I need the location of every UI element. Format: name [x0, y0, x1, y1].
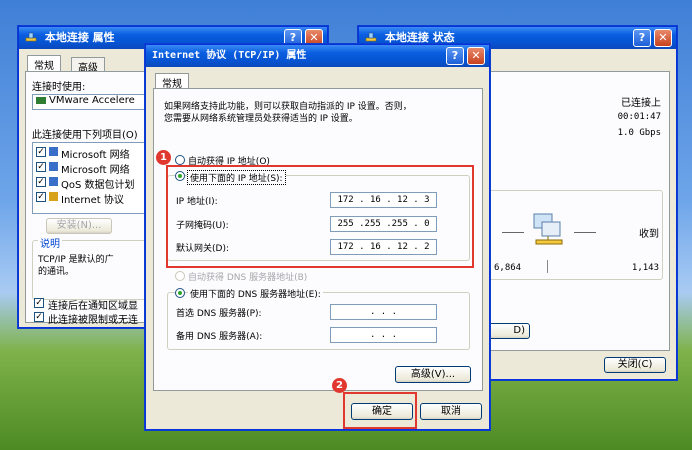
alternate-dns-field[interactable]: . . . [330, 327, 437, 343]
speed-value: 1.0 Gbps [617, 128, 661, 138]
status-help-button[interactable]: ? [633, 29, 651, 47]
tcpip-title: Internet 协议 (TCP/IP) 属性 [152, 50, 307, 61]
duration-value: 00:01:47 [617, 112, 661, 122]
alternate-dns-label: 备用 DNS 服务器(A): [176, 332, 263, 342]
network-status-icon [365, 32, 377, 42]
item-checkbox-4[interactable]: ✓ [36, 192, 46, 202]
auto-dns-label: 自动获得 DNS 服务器地址(B) [188, 273, 308, 283]
activity-line-right [574, 232, 596, 233]
auto-ip-radio[interactable] [175, 155, 185, 165]
tcpip-titlebar[interactable]: Internet 协议 (TCP/IP) 属性 [146, 45, 489, 67]
network-connection-icon [25, 32, 37, 42]
notify-checkbox-label: 连接后在通知区域显 [48, 301, 138, 312]
connection-properties-title: 本地连接 属性 [44, 31, 115, 44]
network-activity-icon [533, 213, 563, 245]
step-1-badge: 1 [156, 150, 171, 165]
item-checkbox-1[interactable]: ✓ [36, 147, 46, 157]
item-icon-3 [49, 177, 58, 186]
received-value: 1,143 [631, 263, 659, 273]
auto-dns-radio[interactable] [175, 271, 185, 281]
item-label-3: QoS 数据包计划 [61, 180, 135, 191]
install-button[interactable]: 安装(N)... [46, 218, 112, 234]
item-label-2: Microsoft 网络 [61, 165, 130, 176]
status-value: 已连接上 [621, 98, 661, 109]
ip-settings-highlight [166, 165, 474, 268]
activity-line-left [502, 232, 524, 233]
step-2-badge: 2 [332, 378, 347, 393]
status-close-button-label: 关闭(C) [617, 359, 653, 370]
activity-separator [547, 260, 548, 273]
tcpip-close-button[interactable]: ✕ [467, 47, 485, 65]
manual-dns-radio[interactable] [175, 288, 185, 298]
status-close-window-button[interactable]: ✕ [654, 29, 672, 47]
connect-using-label: 连接时使用: [32, 82, 86, 93]
cancel-button[interactable]: 取消 [420, 403, 482, 420]
received-label: 收到 [639, 229, 659, 240]
description-label: 说明 [38, 235, 62, 250]
item-icon-4 [49, 192, 58, 201]
adapter-name: VMware Accelere [49, 95, 135, 106]
item-checkbox-3[interactable]: ✓ [36, 177, 46, 187]
item-icon-1 [49, 147, 58, 156]
preferred-dns-field[interactable]: . . . [330, 304, 437, 320]
description-line-2: 的通讯。 [38, 267, 75, 277]
item-checkbox-2[interactable]: ✓ [36, 162, 46, 172]
manual-dns-label: 使用下面的 DNS 服务器地址(E): [188, 287, 323, 300]
intro-line-2: 您需要从网络系统管理员处获得适当的 IP 设置。 [164, 114, 358, 124]
item-label-1: Microsoft 网络 [61, 150, 130, 161]
ok-button-highlight [343, 392, 417, 429]
limited-checkbox-label: 此连接被限制或无连 [48, 315, 138, 326]
notify-checkbox[interactable]: ✓ [34, 298, 44, 308]
item-label-4: Internet 协议 [61, 195, 124, 206]
status-close-button[interactable]: 关闭(C) [604, 357, 666, 373]
limited-checkbox[interactable]: ✓ [34, 312, 44, 322]
item-icon-2 [49, 162, 58, 171]
sent-value: 6,864 [494, 263, 522, 273]
items-label: 此连接使用下列项目(O) [32, 130, 138, 141]
advanced-button[interactable]: 高级(V)... [395, 366, 471, 383]
preferred-dns-label: 首选 DNS 服务器(P): [176, 309, 262, 319]
tcpip-help-button[interactable]: ? [446, 47, 464, 65]
adapter-icon [36, 96, 46, 104]
